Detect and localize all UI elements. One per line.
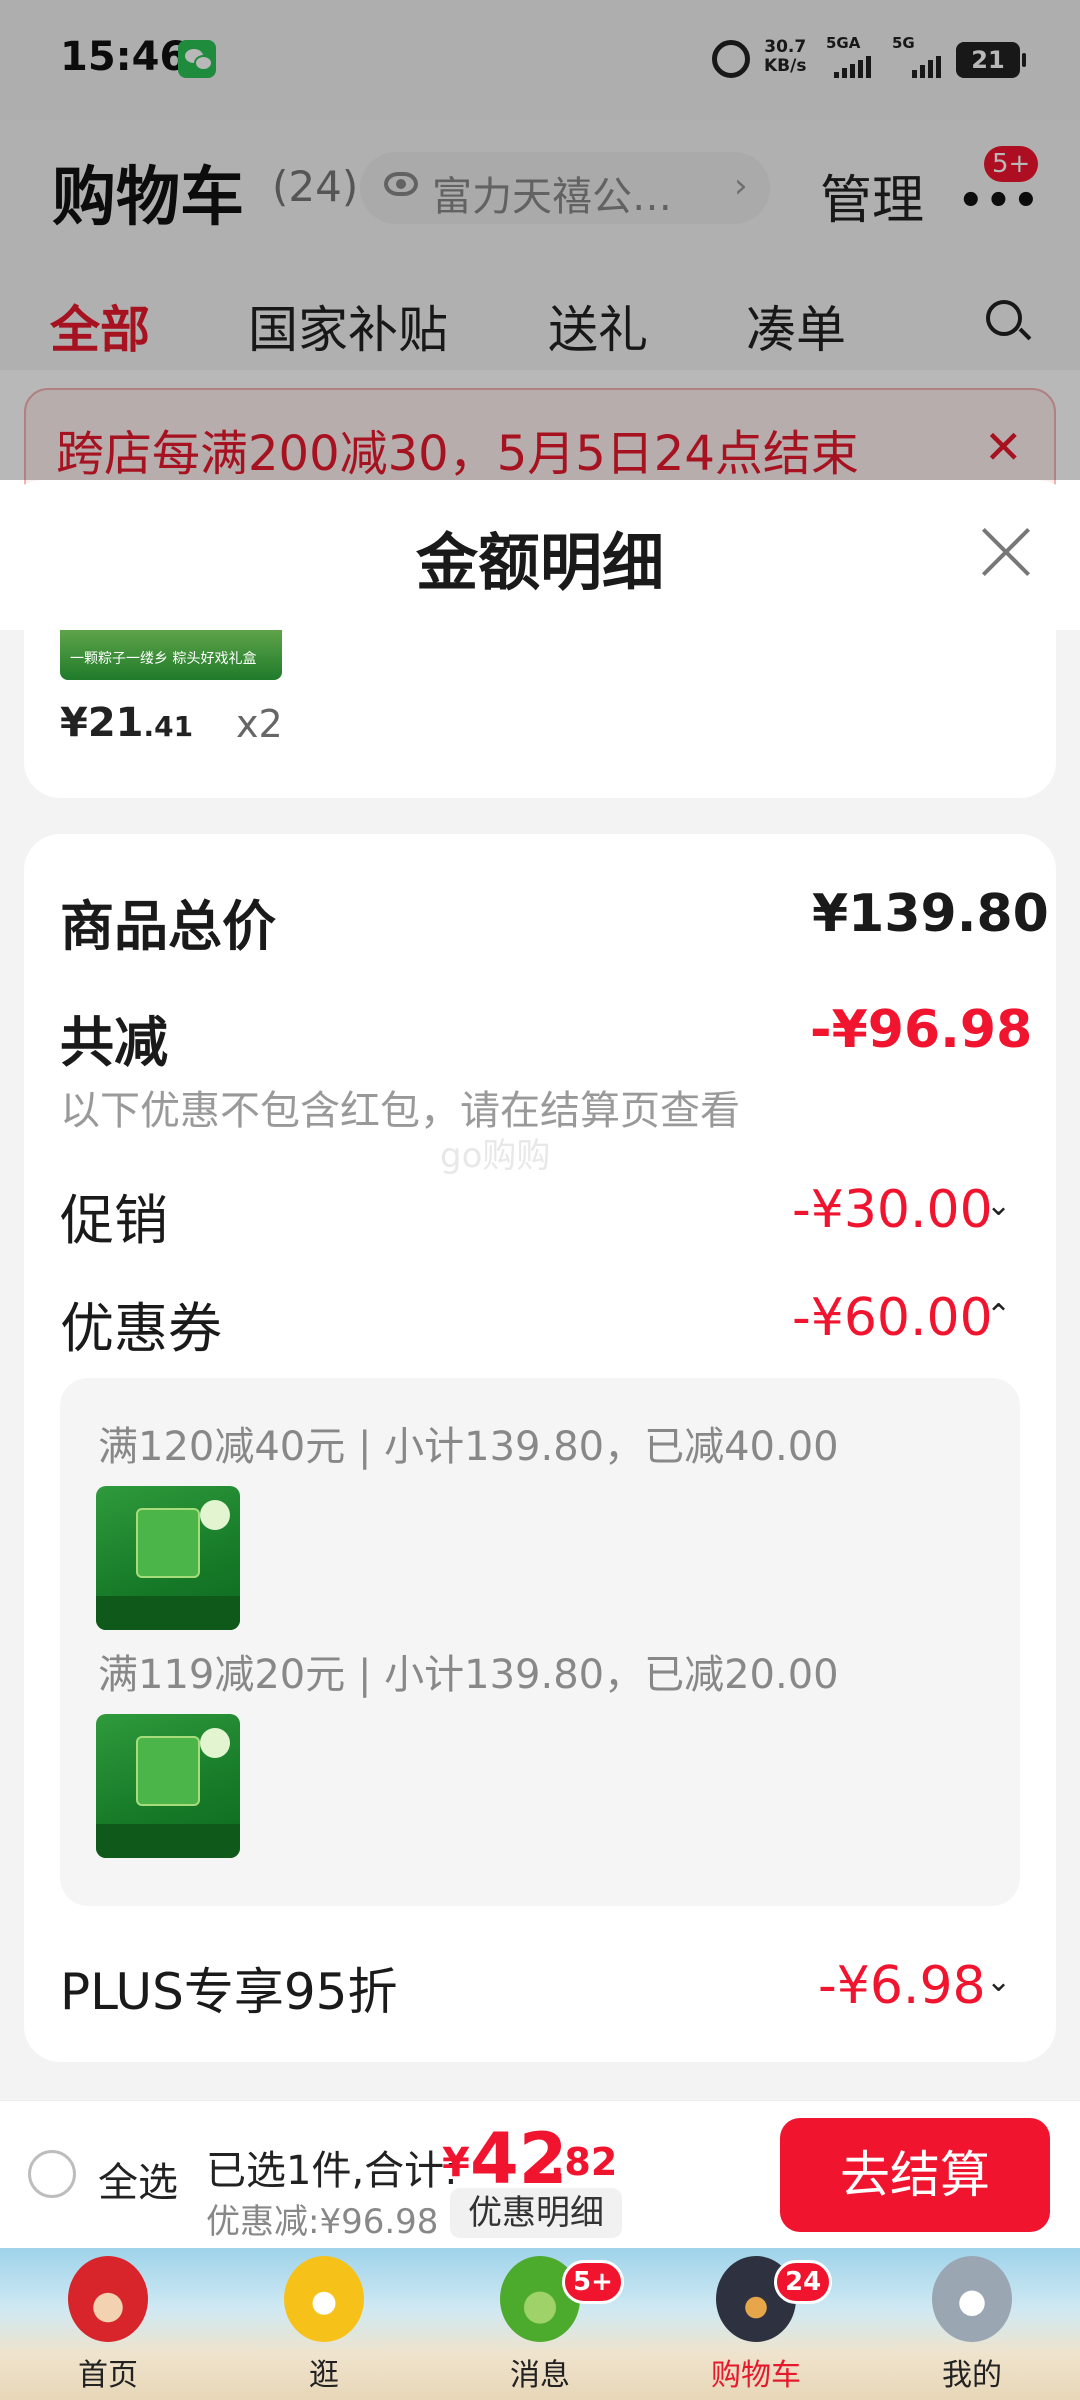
bottom-tab-label: 我的 xyxy=(942,2358,1002,2393)
discount-detail-button[interactable]: 优惠明细 xyxy=(450,2188,622,2238)
product-quantity: x2 xyxy=(236,702,283,746)
product-price: ¥21.41 xyxy=(60,700,193,746)
total-price-value: ¥139.80 xyxy=(812,884,1049,944)
close-sheet-icon[interactable] xyxy=(980,526,1032,578)
coupon-line: 满120减40元 | 小计139.80，已减40.00 xyxy=(98,1424,839,1470)
product-price-int: ¥21 xyxy=(60,700,144,746)
coupon-value[interactable]: -¥60.00 xyxy=(792,1288,993,1348)
product-price-dec: .41 xyxy=(143,710,194,743)
bottom-tab-messages[interactable]: 5+ 消息 xyxy=(432,2248,648,2400)
home-mascot-icon xyxy=(68,2256,148,2342)
product-image-caption: 一颗粽子一缕乡 粽头好戏礼盒 xyxy=(70,651,257,667)
select-all-checkbox[interactable] xyxy=(28,2150,76,2198)
promotion-label[interactable]: 促销 xyxy=(60,1176,168,1255)
selected-summary: 已选1件,合计: xyxy=(206,2148,458,2194)
sheet-title: 金额明细 xyxy=(415,526,664,599)
plus-discount-value[interactable]: -¥6.98 xyxy=(818,1956,986,2016)
plus-discount-label[interactable]: PLUS专享95折 xyxy=(60,1952,397,2024)
coupon-line: 满119减20元 | 小计139.80，已减20.00 xyxy=(98,1652,839,1698)
profile-mascot-icon xyxy=(932,2256,1012,2342)
bottom-tab-label: 首页 xyxy=(78,2358,138,2393)
messages-badge: 5+ xyxy=(562,2260,624,2304)
total-discount-value: -¥96.98 xyxy=(810,1000,1033,1060)
total-currency: ¥ xyxy=(442,2140,470,2186)
discount-note: 以下优惠不包含红包，请在结算页查看 xyxy=(60,1088,740,1134)
modal-scrim[interactable] xyxy=(0,0,1080,480)
total-amount-dec: .82 xyxy=(550,2140,618,2184)
watermark: go购购 xyxy=(440,1136,551,1176)
discount-summary: 优惠减:¥96.98 xyxy=(206,2202,439,2242)
chevron-down-icon[interactable]: ⌄ xyxy=(986,1964,1011,1999)
checkout-button[interactable]: 去结算 xyxy=(780,2118,1050,2232)
total-discount-label: 共减 xyxy=(60,1011,168,1074)
bottom-tab-browse[interactable]: 逛 xyxy=(216,2248,432,2400)
browse-mascot-icon xyxy=(284,2256,364,2342)
cart-badge: 24 xyxy=(774,2260,833,2304)
coupon-label[interactable]: 优惠券 xyxy=(60,1284,222,1363)
promotion-value[interactable]: -¥30.00 xyxy=(792,1180,993,1240)
product-image[interactable]: 一颗粽子一缕乡 粽头好戏礼盒 xyxy=(60,630,282,680)
bottom-tab-label: 购物车 xyxy=(711,2358,801,2393)
chevron-down-icon[interactable]: ⌄ xyxy=(986,1188,1011,1223)
bottom-tab-profile[interactable]: 我的 xyxy=(864,2248,1080,2400)
coupon-product-thumbnail[interactable] xyxy=(96,1486,240,1630)
bottom-tab-cart[interactable]: 24 购物车 xyxy=(648,2248,864,2400)
coupon-product-thumbnail[interactable] xyxy=(96,1714,240,1858)
chevron-up-icon[interactable]: ⌃ xyxy=(986,1298,1011,1333)
bottom-tab-label: 逛 xyxy=(309,2358,339,2393)
bottom-tab-home[interactable]: 首页 xyxy=(0,2248,216,2400)
select-all-label[interactable]: 全选 xyxy=(98,2150,178,2208)
bottom-tab-label: 消息 xyxy=(510,2358,570,2393)
total-price-label: 商品总价 xyxy=(60,895,276,958)
